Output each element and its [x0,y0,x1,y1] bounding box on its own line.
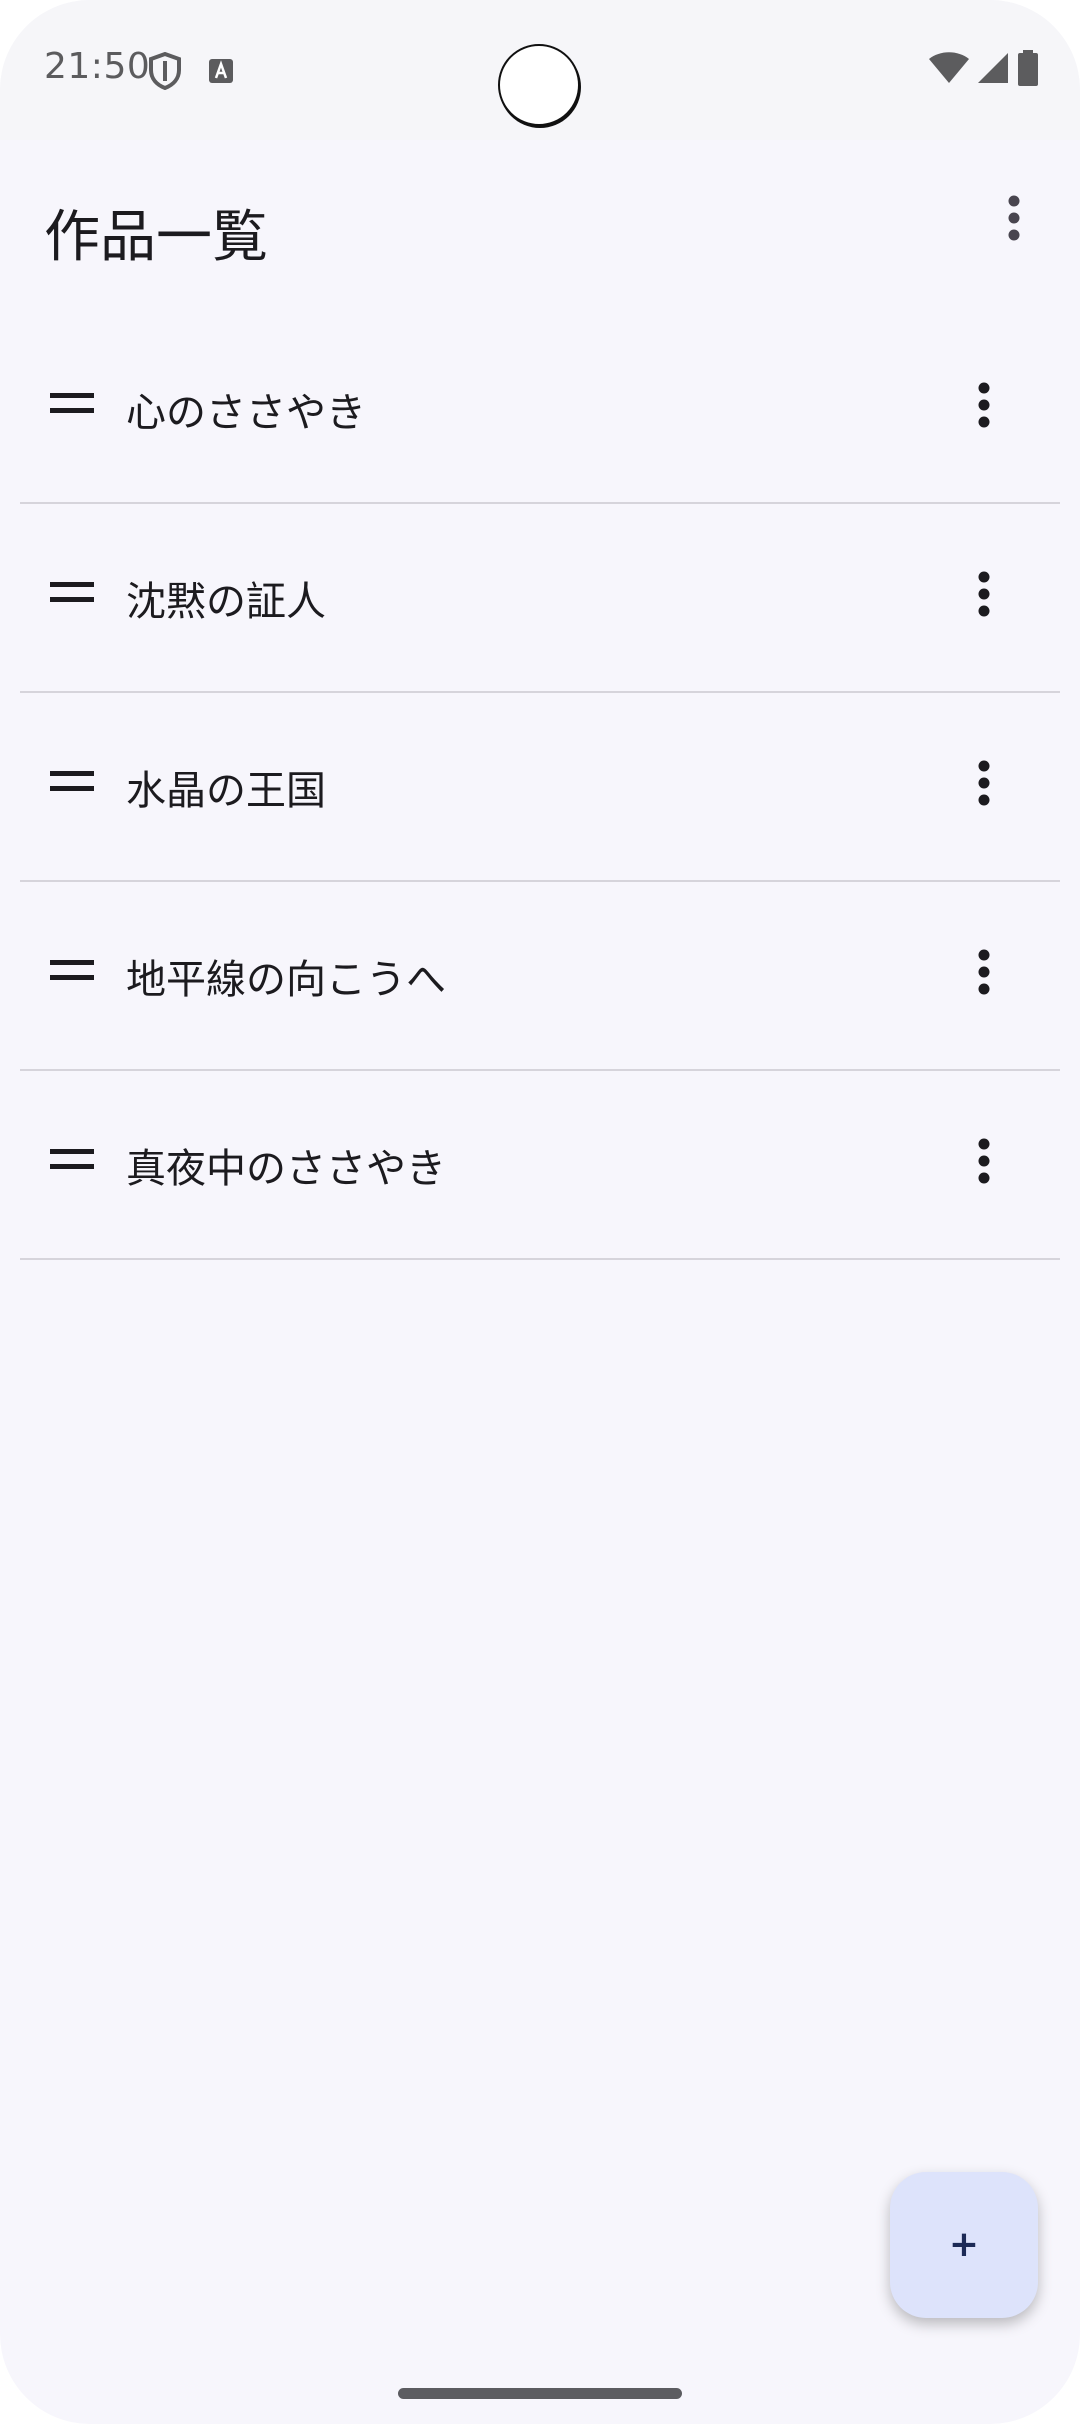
a-badge-icon [209,59,233,83]
works-list: 心のささやき 沈黙の証人 水晶の王国 地平線の向こうへ 真夜中のささやき [20,315,1060,1260]
item-menu-button[interactable] [948,747,1020,819]
wifi-icon [929,52,969,83]
item-menu-button[interactable] [948,558,1020,630]
drag-handle-icon[interactable] [50,578,94,608]
page-title: 作品一覧 [44,205,268,270]
list-item[interactable]: 水晶の王国 [20,693,1060,882]
home-indicator[interactable] [398,2388,682,2399]
more-vert-icon [978,1138,990,1184]
item-menu-button[interactable] [948,1125,1020,1197]
drag-handle-icon[interactable] [50,767,94,797]
more-vert-icon [978,760,990,806]
work-title: 沈黙の証人 [126,579,326,625]
drag-handle-icon[interactable] [50,956,94,986]
work-title: 真夜中のささやき [126,1146,446,1192]
work-title: 水晶の王国 [126,768,326,814]
drag-handle-icon[interactable] [50,1145,94,1175]
status-time: 21:50 [44,46,151,87]
app-bar: 作品一覧 [0,140,1080,320]
list-item[interactable]: 地平線の向こうへ [20,882,1060,1071]
drag-handle-icon[interactable] [50,389,94,419]
item-menu-button[interactable] [948,369,1020,441]
work-title: 地平線の向こうへ [126,957,446,1003]
status-bar: 21:50 [0,0,1080,140]
battery-icon [1018,50,1038,86]
signal-icon [978,53,1008,83]
more-vert-icon [1008,195,1020,241]
list-item[interactable]: 真夜中のささやき [20,1071,1060,1260]
more-vert-icon [978,571,990,617]
list-item[interactable]: 沈黙の証人 [20,504,1060,693]
overflow-menu-button[interactable] [978,182,1050,254]
work-title: 心のささやき [126,390,366,436]
list-item[interactable]: 心のささやき [20,315,1060,504]
more-vert-icon [978,949,990,995]
plus-icon: + [948,2224,980,2265]
camera-cutout [498,44,580,126]
screen: 21:50 作品一覧 心のささやき 沈黙の証人 水晶の王国 地平線の向こうへ 真… [0,0,1080,2424]
add-work-fab[interactable]: + [890,2172,1038,2318]
item-menu-button[interactable] [948,936,1020,1008]
status-icons [928,50,1040,86]
more-vert-icon [978,382,990,428]
shield-icon [149,52,181,90]
